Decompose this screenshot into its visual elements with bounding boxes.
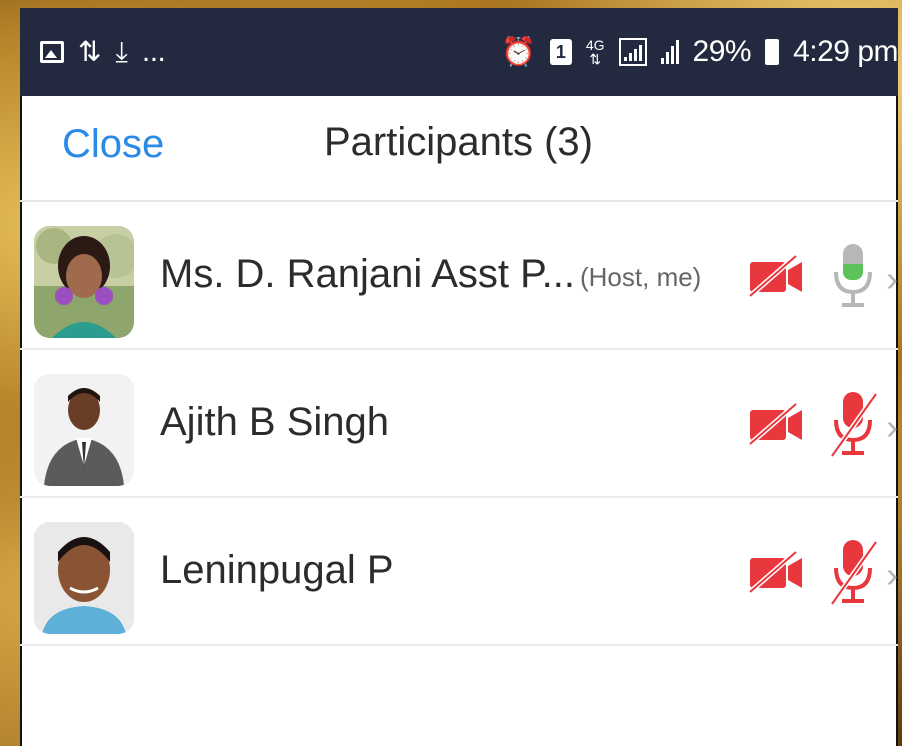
- participants-header: Close Participants (3): [20, 96, 898, 202]
- network-type: 4G ⇅: [585, 37, 605, 67]
- signal-1-icon: [618, 38, 647, 66]
- image-icon: [40, 41, 64, 63]
- participant-role: (Host, me): [580, 262, 702, 292]
- more-notifications: ...: [141, 35, 166, 68]
- status-right: ⏰ 1 4G ⇅ 29% 4:29 pm: [501, 35, 898, 69]
- data-sync-icon: ⇅: [78, 36, 102, 67]
- page-title: Participants (3): [324, 120, 593, 164]
- participant-name: Ms. D. Ranjani Asst P...: [160, 252, 575, 296]
- avatar: [34, 374, 134, 486]
- sim-icon: 1: [549, 39, 572, 65]
- participant-name: Leninpugal P: [160, 548, 394, 592]
- chevron-right-icon[interactable]: ›: [886, 554, 898, 596]
- close-button[interactable]: Close: [62, 122, 164, 167]
- alarm-icon: ⏰: [500, 36, 536, 67]
- status-bar: ⇅ ⤓ ... ⏰ 1 4G ⇅ 29% 4:29 pm: [20, 8, 898, 96]
- avatar: [34, 522, 134, 634]
- status-left: ⇅ ⤓ ...: [40, 35, 166, 69]
- mic-on-icon[interactable]: [826, 242, 880, 310]
- participant-row[interactable]: Ms. D. Ranjani Asst P... (Host, me) ›: [20, 202, 898, 350]
- chevron-right-icon[interactable]: ›: [886, 258, 898, 300]
- mic-muted-icon[interactable]: [826, 390, 880, 458]
- download-icon: ⤓: [115, 36, 128, 67]
- battery-percent: 29%: [692, 35, 752, 68]
- signal-2-icon: [660, 40, 679, 64]
- participant-name: Ajith B Singh: [160, 400, 390, 444]
- video-off-icon[interactable]: [746, 402, 806, 446]
- mic-muted-icon[interactable]: [826, 538, 880, 606]
- clock: 4:29 pm: [793, 35, 898, 68]
- participant-row[interactable]: Ajith B Singh ›: [20, 350, 898, 498]
- phone-screen: ⇅ ⤓ ... ⏰ 1 4G ⇅ 29% 4:29 pm Close Partic…: [20, 8, 898, 746]
- avatar-image: [34, 226, 134, 338]
- battery-icon: [765, 39, 780, 65]
- chevron-right-icon[interactable]: ›: [886, 406, 898, 448]
- video-off-icon[interactable]: [746, 254, 806, 298]
- participant-row[interactable]: Leninpugal P ›: [20, 498, 898, 646]
- avatar: [34, 226, 134, 338]
- video-off-icon[interactable]: [746, 550, 806, 594]
- avatar-image: [34, 522, 134, 634]
- avatar-image: [34, 374, 134, 486]
